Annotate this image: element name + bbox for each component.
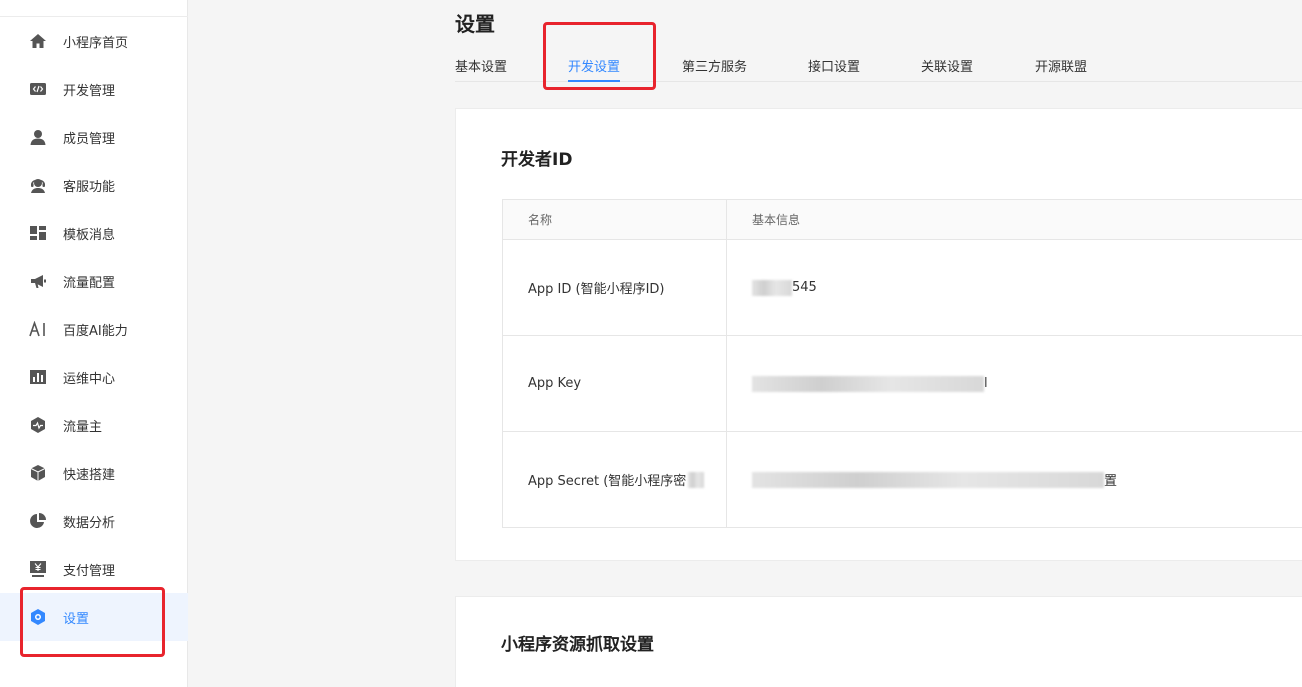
row-name-app-secret: App Secret (智能小程序密 — [503, 432, 727, 527]
bar-chart-icon — [28, 367, 48, 387]
sidebar-item-payment[interactable]: 支付管理 — [0, 545, 188, 593]
row-name-app-key: App Key — [503, 336, 727, 431]
sidebar-item-label: 开发管理 — [63, 83, 116, 99]
sidebar-item-label: 数据分析 — [63, 515, 116, 531]
template-icon — [28, 223, 48, 243]
sidebar-item-service[interactable]: 客服功能 — [0, 161, 188, 209]
redacted-value — [752, 279, 792, 296]
sidebar-item-home[interactable]: 小程序首页 — [0, 17, 188, 65]
sidebar-item-label: 运维中心 — [63, 371, 116, 387]
sidebar-item-analytics[interactable]: 数据分析 — [0, 497, 188, 545]
redacted-value — [752, 471, 1104, 488]
row-name-app-id: App ID (智能小程序ID) — [503, 240, 727, 335]
card-title: 开发者ID — [501, 150, 573, 170]
headset-icon — [28, 175, 48, 195]
table-row: App ID (智能小程序ID) 545 — [503, 239, 1302, 335]
value-tail: 545 — [792, 280, 817, 295]
sidebar-item-label: 支付管理 — [63, 563, 116, 579]
sidebar-item-label: 客服功能 — [63, 179, 116, 195]
column-header-info: 基本信息 — [752, 213, 801, 227]
row-value-app-key[interactable]: l — [727, 336, 1302, 431]
highlight-box-dev-tab — [543, 22, 656, 90]
developer-id-card: 开发者ID 名称 基本信息 App ID (智能小程序ID) 545 App K… — [455, 108, 1302, 561]
table-header-row: 名称 基本信息 — [503, 200, 1302, 239]
highlight-box-settings — [20, 587, 165, 657]
home-icon — [28, 31, 48, 51]
sidebar-item-members[interactable]: 成员管理 — [0, 113, 188, 161]
megaphone-icon — [28, 271, 48, 291]
sidebar-item-label: 快速搭建 — [63, 467, 116, 483]
tab-third-party[interactable]: 第三方服务 — [682, 56, 747, 75]
sidebar-item-label: 小程序首页 — [63, 35, 129, 51]
code-icon — [28, 79, 48, 99]
column-header-name: 名称 — [503, 200, 727, 239]
sidebar-item-traffic-owner[interactable]: 流量主 — [0, 401, 188, 449]
resource-crawl-card: 小程序资源抓取设置 — [455, 596, 1302, 687]
ai-icon — [28, 319, 48, 339]
page-title: 设置 — [455, 12, 495, 36]
cube-icon — [28, 463, 48, 483]
redacted-value — [752, 375, 984, 392]
sidebar-item-label: 流量配置 — [63, 275, 116, 291]
sidebar-item-label: 成员管理 — [63, 131, 116, 147]
tab-basic-settings[interactable]: 基本设置 — [455, 56, 507, 75]
tab-association-settings[interactable]: 关联设置 — [921, 56, 973, 75]
sidebar-item-label: 模板消息 — [63, 227, 116, 243]
row-value-app-id[interactable]: 545 — [727, 240, 1302, 335]
card-title: 小程序资源抓取设置 — [501, 635, 654, 655]
pie-chart-icon — [28, 511, 48, 531]
hexagon-pulse-icon — [28, 415, 48, 435]
sidebar-item-label: 百度AI能力 — [63, 323, 128, 339]
value-tail: 置 — [1104, 474, 1118, 489]
payment-icon — [28, 559, 48, 579]
value-tail: l — [984, 376, 988, 391]
table-row: App Secret (智能小程序密 置 — [503, 431, 1302, 527]
table-row: App Key l — [503, 335, 1302, 431]
sidebar-item-dev[interactable]: 开发管理 — [0, 65, 188, 113]
sidebar: 小程序首页 开发管理 成员管理 客服功能 模板消息 流量配置 百度AI能力 运维… — [0, 0, 188, 687]
row-name-text: App Secret (智能小程序密 — [528, 474, 687, 489]
sidebar-item-template[interactable]: 模板消息 — [0, 209, 188, 257]
sidebar-item-ai[interactable]: 百度AI能力 — [0, 305, 188, 353]
sidebar-item-traffic[interactable]: 流量配置 — [0, 257, 188, 305]
sidebar-item-quick-build[interactable]: 快速搭建 — [0, 449, 188, 497]
redacted-value — [688, 471, 705, 488]
tab-open-source-alliance[interactable]: 开源联盟 — [1035, 56, 1087, 75]
user-icon — [28, 127, 48, 147]
main-content: 设置 基本设置 开发设置 第三方服务 接口设置 关联设置 开源联盟 开发者ID … — [189, 0, 1302, 687]
sidebar-item-label: 流量主 — [63, 419, 103, 435]
tab-api-settings[interactable]: 接口设置 — [808, 56, 860, 75]
sidebar-item-ops[interactable]: 运维中心 — [0, 353, 188, 401]
developer-id-table: 名称 基本信息 App ID (智能小程序ID) 545 App Key l A… — [502, 199, 1302, 528]
row-value-app-secret[interactable]: 置 — [727, 432, 1302, 527]
